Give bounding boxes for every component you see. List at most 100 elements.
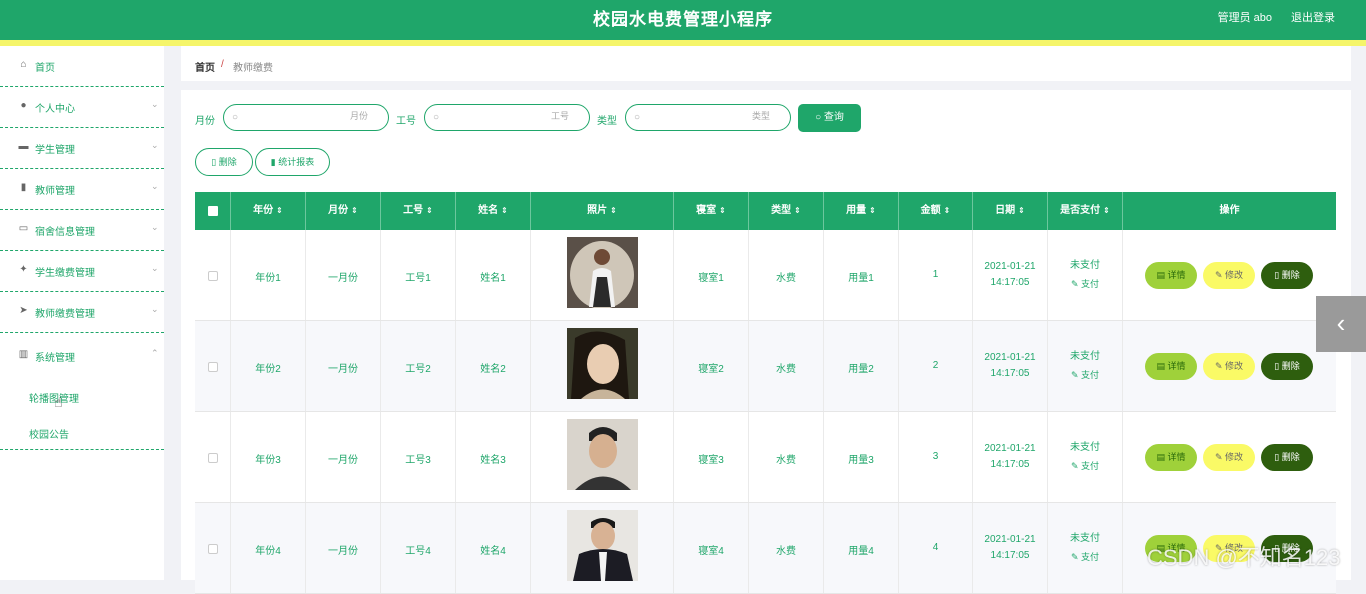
detail-button[interactable]: ▤ 详情 bbox=[1145, 262, 1197, 289]
edit-pen-icon: ✎ bbox=[1070, 370, 1082, 380]
pay-link[interactable]: ✎ 支付 bbox=[1048, 550, 1122, 563]
sidebar-item-home[interactable]: ⌂ 首页 bbox=[0, 46, 164, 87]
column-header[interactable]: 是否支付 ⇕ bbox=[1048, 192, 1123, 230]
cell-name: 姓名4 bbox=[480, 546, 506, 557]
sidebar-subitem-carousel[interactable]: 轮播图管理 bbox=[0, 378, 164, 414]
sidebar-item-teachers[interactable]: ▮ 教师管理 ⌄ bbox=[0, 169, 164, 210]
cell-amount: 2 bbox=[932, 360, 939, 371]
cell-paid-status: 未支付 bbox=[1070, 533, 1100, 544]
report-button[interactable]: ▮ 统计报表 bbox=[255, 148, 330, 176]
select-all-cell bbox=[195, 192, 231, 230]
cell-year: 年份4 bbox=[255, 546, 281, 557]
type-filter-input[interactable] bbox=[690, 111, 770, 121]
cell-time: 14:17:05 bbox=[990, 550, 1030, 561]
column-header[interactable]: 金额 ⇕ bbox=[899, 192, 973, 230]
column-header[interactable]: 年份 ⇕ bbox=[231, 192, 306, 230]
select-all-checkbox[interactable] bbox=[208, 206, 218, 216]
teacher-photo[interactable] bbox=[567, 328, 638, 399]
teacher-photo[interactable] bbox=[567, 510, 638, 581]
chevron-down-icon: ⌄ bbox=[151, 140, 159, 150]
cell-room: 寝室1 bbox=[698, 273, 724, 284]
teacher-photo[interactable] bbox=[567, 237, 638, 308]
cell-teacher-id: 工号1 bbox=[405, 273, 431, 284]
top-header: 校园水电费管理小程序 管理员 abo 退出登录 bbox=[0, 0, 1366, 40]
detail-button[interactable]: ▤ 详情 bbox=[1145, 444, 1197, 471]
search-icon: ○ bbox=[232, 112, 239, 123]
search-icon: ○ bbox=[634, 112, 641, 123]
pay-link[interactable]: ✎ 支付 bbox=[1048, 277, 1122, 290]
edit-pen-icon: ✎ bbox=[1214, 270, 1226, 280]
cell-room: 寝室3 bbox=[698, 455, 724, 466]
row-checkbox[interactable] bbox=[208, 544, 218, 554]
sidebar-item-label: 首页 bbox=[35, 63, 55, 74]
watermark: CSDN @不知名123 bbox=[1147, 545, 1341, 570]
type-filter-field[interactable]: ○ bbox=[625, 104, 791, 131]
sidebar-item-label: 宿舍信息管理 bbox=[35, 227, 95, 238]
column-header[interactable]: 姓名 ⇕ bbox=[456, 192, 531, 230]
collapse-arrow-button[interactable]: ‹ bbox=[1316, 296, 1366, 352]
edit-button[interactable]: ✎ 修改 bbox=[1203, 444, 1255, 471]
logout-link[interactable]: 退出登录 bbox=[1291, 9, 1335, 25]
cell-date: 2021-01-21 bbox=[984, 534, 1036, 545]
cell-type: 水费 bbox=[776, 455, 796, 466]
query-button-label: 查询 bbox=[823, 112, 844, 123]
id-filter-field[interactable]: ○ bbox=[424, 104, 590, 131]
id-filter-input[interactable] bbox=[489, 111, 569, 121]
delete-button[interactable]: ▯ 删除 bbox=[1261, 444, 1313, 471]
doc-icon: ▤ bbox=[1156, 270, 1168, 280]
sidebar-item-teacher-payments[interactable]: ➤ 教师缴费管理 ⌄ bbox=[0, 292, 164, 333]
cell-room: 寝室4 bbox=[698, 546, 724, 557]
cell-usage: 用量2 bbox=[848, 364, 874, 375]
sidebar-item-personal-center[interactable]: ● 个人中心 ⌄ bbox=[0, 87, 164, 128]
edit-button[interactable]: ✎ 修改 bbox=[1203, 353, 1255, 380]
row-checkbox[interactable] bbox=[208, 453, 218, 463]
admin-user-label[interactable]: 管理员 abo bbox=[1218, 9, 1272, 25]
bulk-delete-button[interactable]: ▯ 删除 bbox=[195, 148, 253, 176]
teacher-photo[interactable] bbox=[567, 419, 638, 490]
sidebar-subitem-announcements[interactable]: 校园公告 bbox=[0, 414, 164, 450]
clipboard-icon: ▮ bbox=[20, 182, 27, 193]
cell-year: 年份1 bbox=[255, 273, 281, 284]
column-header[interactable]: 月份 ⇕ bbox=[306, 192, 381, 230]
delete-button-label: 删除 bbox=[1281, 452, 1300, 462]
chevron-down-icon: ⌄ bbox=[151, 181, 159, 191]
sort-icon: ⇕ bbox=[351, 206, 358, 215]
column-header[interactable]: 寝室 ⇕ bbox=[674, 192, 749, 230]
sidebar-item-dorm-info[interactable]: ▭ 宿舍信息管理 ⌄ bbox=[0, 210, 164, 251]
column-header[interactable]: 类型 ⇕ bbox=[749, 192, 824, 230]
cell-teacher-id: 工号4 bbox=[405, 546, 431, 557]
cell-year: 年份2 bbox=[255, 364, 281, 375]
pay-link[interactable]: ✎ 支付 bbox=[1048, 459, 1122, 472]
cell-paid-status: 未支付 bbox=[1070, 260, 1100, 271]
month-filter-input[interactable] bbox=[288, 111, 368, 121]
query-button[interactable]: ○ 查询 bbox=[798, 104, 861, 132]
month-filter-field[interactable]: ○ bbox=[223, 104, 389, 131]
sidebar-item-system[interactable]: ▥ 系统管理 ⌃ bbox=[0, 333, 164, 378]
app-title: 校园水电费管理小程序 bbox=[593, 10, 773, 29]
column-header[interactable]: 日期 ⇕ bbox=[973, 192, 1048, 230]
cell-month: 一月份 bbox=[328, 546, 358, 557]
sidebar-item-label: 学生管理 bbox=[35, 145, 75, 156]
sort-icon: ⇕ bbox=[426, 206, 433, 215]
row-checkbox[interactable] bbox=[208, 271, 218, 281]
detail-button[interactable]: ▤ 详情 bbox=[1145, 353, 1197, 380]
chevron-left-icon: ‹ bbox=[1336, 308, 1346, 338]
sidebar-item-student-payments[interactable]: ✦ 学生缴费管理 ⌄ bbox=[0, 251, 164, 292]
edit-button[interactable]: ✎ 修改 bbox=[1203, 262, 1255, 289]
breadcrumb-home[interactable]: 首页 bbox=[195, 59, 215, 74]
pay-link[interactable]: ✎ 支付 bbox=[1048, 368, 1122, 381]
delete-button[interactable]: ▯ 删除 bbox=[1261, 353, 1313, 380]
sort-icon: ⇕ bbox=[943, 206, 951, 215]
cell-date: 2021-01-21 bbox=[984, 352, 1036, 363]
type-filter-label: 类型 bbox=[597, 116, 617, 127]
cell-date: 2021-01-21 bbox=[984, 261, 1036, 272]
sidebar-item-students[interactable]: ▬ 学生管理 ⌄ bbox=[0, 128, 164, 169]
column-header[interactable]: 工号 ⇕ bbox=[381, 192, 456, 230]
user-icon: ● bbox=[20, 100, 27, 111]
column-header-label: 姓名 bbox=[478, 205, 499, 216]
column-header[interactable]: 照片 ⇕ bbox=[531, 192, 674, 230]
delete-button[interactable]: ▯ 删除 bbox=[1261, 262, 1313, 289]
column-header[interactable]: 用量 ⇕ bbox=[824, 192, 899, 230]
row-checkbox[interactable] bbox=[208, 362, 218, 372]
month-filter-label: 月份 bbox=[195, 116, 215, 127]
